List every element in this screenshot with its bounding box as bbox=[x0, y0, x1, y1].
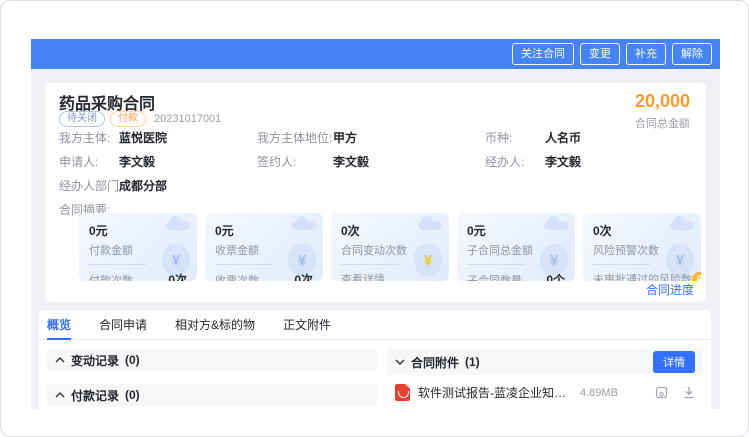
stat-invoice-amount: 0元 收票金额 收票次数 0次 bbox=[205, 213, 323, 281]
tab-body-attachments[interactable]: 正文附件 bbox=[283, 310, 331, 340]
section-contract-attachments[interactable]: 合同附件 (1) 详情 bbox=[387, 349, 703, 375]
section-count: (1) bbox=[465, 355, 480, 369]
tab-counterparty-subject[interactable]: 相对方&标的物 bbox=[175, 310, 255, 340]
overview-panels: 变动记录 (0) 付款记录 (0) bbox=[39, 340, 711, 409]
section-count: (0) bbox=[125, 388, 140, 402]
app-background: 药品采购合同 待关闭 付款 20231017001 20,000 合同总金额 我… bbox=[31, 69, 720, 409]
contract-tag-row: 待关闭 付款 20231017001 bbox=[59, 111, 221, 127]
tab-contract-application[interactable]: 合同申请 bbox=[99, 310, 147, 340]
left-panel-column: 变动记录 (0) 付款记录 (0) bbox=[47, 349, 377, 409]
section-title: 变动记录 bbox=[71, 352, 119, 369]
stage-badge: 付款 bbox=[110, 111, 146, 127]
section-change-records[interactable]: 变动记录 (0) bbox=[47, 349, 377, 371]
attachment-file-name[interactable]: 软件测试报告-蓝凌企业知识化平台软... bbox=[418, 384, 568, 401]
section-title: 合同附件 bbox=[411, 354, 459, 371]
follow-contract-button[interactable]: 关注合同 bbox=[512, 43, 574, 65]
field-handler-department: 经办人部门: 成都分部 bbox=[59, 177, 257, 192]
file-preview-icon[interactable] bbox=[655, 386, 668, 399]
change-button[interactable]: 变更 bbox=[580, 43, 620, 65]
divider bbox=[341, 264, 399, 265]
file-actions bbox=[655, 386, 695, 399]
chevron-down-icon bbox=[395, 359, 405, 365]
field-our-party-role: 我方主体地位: 甲方 bbox=[257, 129, 485, 144]
stat-risk-warning: 0次 风险预警次数 未审批通过的风险数 0 bbox=[583, 213, 701, 281]
file-download-icon[interactable] bbox=[683, 386, 695, 399]
detail-tabs-card: 概览 合同申请 相对方&标的物 正文附件 变动记录 (0) bbox=[39, 310, 711, 409]
attachment-file-size: 4.89MB bbox=[580, 387, 618, 399]
field-signer: 签约人: 李文毅 bbox=[257, 153, 485, 168]
total-amount-value: 20,000 bbox=[635, 91, 690, 112]
attachment-file-row: 软件测试报告-蓝凌企业知识化平台软... 4.89MB bbox=[387, 375, 703, 409]
contract-progress-link[interactable]: 合同进度 bbox=[646, 281, 694, 298]
supplement-button[interactable]: 补充 bbox=[626, 43, 666, 65]
field-handler: 经办人: 李文毅 bbox=[485, 153, 690, 168]
attachment-detail-button[interactable]: 详情 bbox=[653, 351, 695, 373]
divider bbox=[593, 264, 651, 265]
field-currency: 币种: 人名币 bbox=[485, 129, 690, 144]
status-badge: 待关闭 bbox=[59, 111, 105, 127]
divider bbox=[467, 264, 525, 265]
risk-count-badge: 0 bbox=[692, 272, 701, 282]
section-title: 付款记录 bbox=[71, 387, 119, 404]
contract-summary-card: 药品采购合同 待关闭 付款 20231017001 20,000 合同总金额 我… bbox=[45, 83, 706, 302]
total-amount-block: 20,000 合同总金额 bbox=[635, 91, 690, 131]
stat-payment-amount: 0元 付款金额 付款次数 0次 bbox=[79, 213, 197, 281]
terminate-button[interactable]: 解除 bbox=[672, 43, 712, 65]
stat-cards: 0元 付款金额 付款次数 0次 0元 收票金额 收票次数 bbox=[79, 213, 701, 281]
tab-bar: 概览 合同申请 相对方&标的物 正文附件 bbox=[39, 310, 711, 340]
field-applicant: 申请人: 李文毅 bbox=[59, 153, 257, 168]
chevron-up-icon bbox=[55, 392, 65, 398]
view-details-link[interactable]: 查看详情 bbox=[341, 271, 385, 281]
divider bbox=[215, 264, 273, 265]
chevron-up-icon bbox=[55, 357, 65, 363]
pdf-file-icon bbox=[395, 384, 410, 401]
window-frame: 关注合同 变更 补充 解除 药品采购合同 待关闭 付款 20231017001 … bbox=[0, 0, 749, 437]
divider bbox=[89, 264, 147, 265]
stat-change-count: 0次 合同变动次数 查看详情 bbox=[331, 213, 449, 281]
stat-subcontract-amount: 0元 子合同总金额 子合同数量 0个 bbox=[457, 213, 575, 281]
field-our-party: 我方主体: 蓝悦医院 bbox=[59, 129, 257, 144]
contract-fields: 我方主体: 蓝悦医院 我方主体地位: 甲方 币种: 人名币 申请人: 李文毅 签… bbox=[59, 129, 690, 216]
right-panel-column: 合同附件 (1) 详情 软件测试报告-蓝凌企业知识化平台软... 4.89MB bbox=[387, 349, 703, 409]
tab-overview[interactable]: 概览 bbox=[47, 310, 71, 340]
section-count: (0) bbox=[125, 353, 140, 367]
section-payment-records[interactable]: 付款记录 (0) bbox=[47, 384, 377, 406]
contract-number: 20231017001 bbox=[154, 113, 221, 125]
contract-action-bar: 关注合同 变更 补充 解除 bbox=[31, 39, 720, 69]
